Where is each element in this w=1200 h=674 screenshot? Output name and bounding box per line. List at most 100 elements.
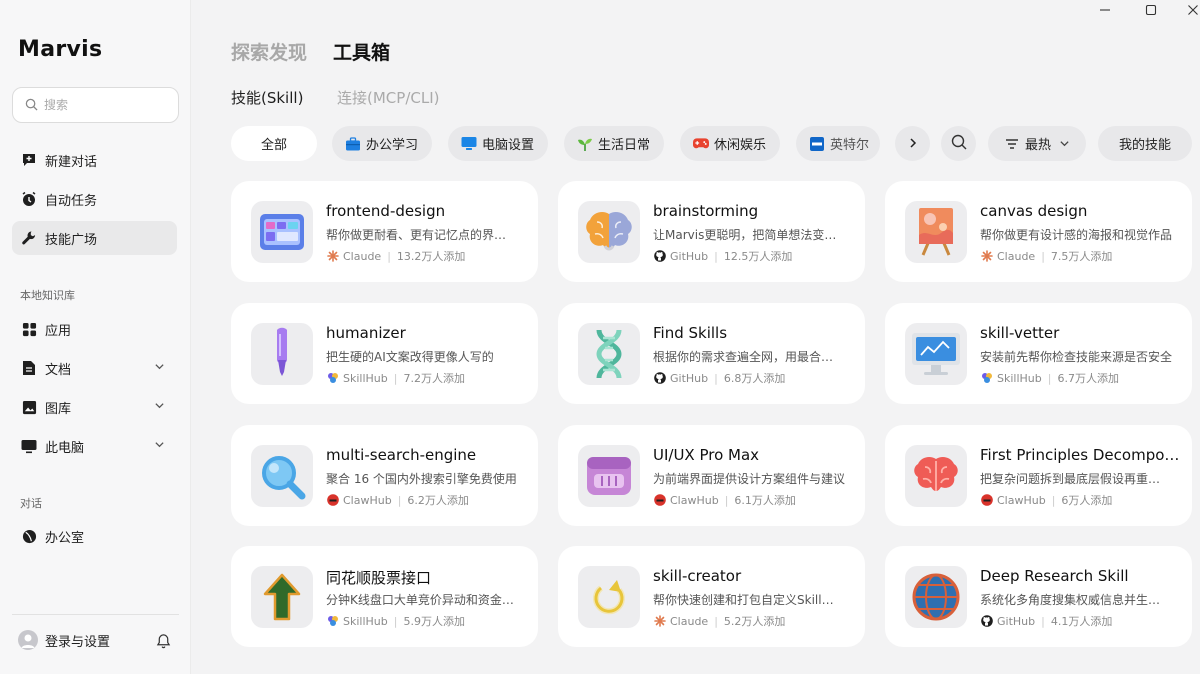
chips-scroll-right-button[interactable] <box>895 126 930 161</box>
login-settings-button[interactable]: 登录与设置 <box>18 630 110 650</box>
chip-office-study[interactable]: 办公学习 <box>332 126 432 161</box>
chevron-down-icon[interactable] <box>154 400 165 415</box>
skill-description: 聚合 16 个国内外搜索引擎免费使用 <box>326 472 517 486</box>
skill-description: 根据你的需求查遍全网，用最合适的技能 <box>653 350 845 364</box>
tab-skill[interactable]: 技能(Skill) <box>231 87 303 108</box>
my-skills-button[interactable]: 我的技能 <box>1098 126 1192 161</box>
skill-add-count: 6.1万人添加 <box>734 494 796 507</box>
meta-separator: | <box>393 614 398 628</box>
meta-separator: | <box>1041 614 1045 628</box>
skill-description: 把复杂问题拆到最底层假设再重新推导 <box>980 472 1172 486</box>
chip-label: 全部 <box>260 138 287 153</box>
skill-source: ClawHub <box>997 493 1046 507</box>
sidebar: Marvis 新建对话 自动任务 技能广场 本地知识库 应用 文档 <box>0 0 191 674</box>
minimize-icon[interactable] <box>1098 3 1112 17</box>
meta-separator: | <box>714 371 718 385</box>
nav-label: 技能广场 <box>45 232 98 248</box>
skill-card[interactable]: Deep Research Skill 系统化多角度搜集权威信息并生成报告 Git… <box>885 546 1192 647</box>
tab-connect[interactable]: 连接(MCP/CLI) <box>337 87 439 108</box>
chevron-down-icon[interactable] <box>154 439 165 454</box>
clawhub-icon <box>653 494 666 507</box>
document-icon <box>21 360 37 376</box>
nav-auto-tasks[interactable]: 自动任务 <box>12 182 177 216</box>
tab-explore[interactable]: 探索发现 <box>231 38 307 65</box>
skill-thumbnail-refresh <box>578 566 640 628</box>
chip-all[interactable]: 全部 <box>231 126 317 161</box>
skill-card[interactable]: 同花顺股票接口 分钟K线盘口大单竞价异动和资金流向 SkillHub | 5.9万人添… <box>231 546 538 647</box>
close-icon[interactable] <box>1186 3 1200 17</box>
skill-card[interactable]: brainstorming 让Marvis更聪明，把简单想法变成完整方案 GitH… <box>558 181 865 282</box>
skill-add-count: 6.8万人添加 <box>723 372 786 385</box>
skill-add-count: 4.1万人添加 <box>1050 615 1113 628</box>
nav-apps[interactable]: 应用 <box>12 312 177 346</box>
skill-description: 系统化多角度搜集权威信息并生成报告 <box>980 593 1172 607</box>
skill-card[interactable]: multi-search-engine 聚合 16 个国内外搜索引擎免费使用 Cl… <box>231 425 538 526</box>
office-icon <box>21 528 37 544</box>
skill-card[interactable]: humanizer 把生硬的AI文案改得更像人写的 SkillHub | 7.2万人添… <box>231 303 538 404</box>
nav-new-chat[interactable]: 新建对话 <box>12 143 177 177</box>
skill-meta: GitHub | 12.5万人添加 <box>653 248 792 264</box>
skill-add-count: 6.2万人添加 <box>407 494 469 507</box>
search-input[interactable] <box>44 98 164 112</box>
nav-office[interactable]: 办公室 <box>12 519 177 553</box>
nav-skill-plaza[interactable]: 技能广场 <box>12 221 177 255</box>
chevron-down-icon <box>1059 138 1070 149</box>
skill-add-count: 5.9万人添加 <box>403 615 465 628</box>
skill-card[interactable]: skill-creator 帮你快速创建和打包自定义Skill技能 Claude |… <box>558 546 865 647</box>
skill-title: frontend-design <box>326 202 446 220</box>
chip-daily-life[interactable]: 生活日常 <box>564 126 664 161</box>
skill-thumbnail-pen <box>251 323 313 385</box>
briefcase-icon <box>345 136 361 152</box>
skill-description: 帮你做更有设计感的海报和视觉作品 <box>980 228 1172 242</box>
computer-icon <box>21 438 37 454</box>
claude-icon <box>980 250 993 263</box>
chip-leisure[interactable]: 休闲娱乐 <box>680 126 780 161</box>
nav-gallery[interactable]: 图库 <box>12 390 177 424</box>
filter-icon <box>1004 136 1020 152</box>
sort-dropdown[interactable]: 最热 <box>988 126 1086 161</box>
skill-thumbnail-brain-red <box>905 445 967 507</box>
chip-label: 英特尔 <box>830 138 870 153</box>
nav-this-pc[interactable]: 此电脑 <box>12 429 177 463</box>
skill-thumbnail-easel <box>905 201 967 263</box>
skill-add-count: 6万人添加 <box>1061 494 1113 507</box>
skill-card[interactable]: canvas design 帮你做更有设计感的海报和视觉作品 Claude | 7.5… <box>885 181 1192 282</box>
skill-source: GitHub <box>670 371 709 385</box>
claude-icon <box>326 250 339 263</box>
search-box[interactable] <box>12 87 179 123</box>
claude-icon <box>653 615 666 628</box>
chip-pc-settings[interactable]: 电脑设置 <box>448 126 548 161</box>
nav-documents[interactable]: 文档 <box>12 351 177 385</box>
skill-meta: Claude | 5.2万人添加 <box>653 613 785 629</box>
nav-label: 此电脑 <box>45 440 85 456</box>
chip-intel[interactable]: 英特尔 <box>796 126 880 161</box>
skill-card[interactable]: frontend-design 帮你做更耐看、更有记忆点的界面设计 Claude |… <box>231 181 538 282</box>
meta-separator: | <box>1047 371 1052 385</box>
skill-title: multi-search-engine <box>326 446 477 464</box>
tab-toolbox[interactable]: 工具箱 <box>333 38 390 65</box>
skill-title: UI/UX Pro Max <box>653 446 760 464</box>
skill-search-button[interactable] <box>941 126 976 161</box>
skill-card[interactable]: skill-vetter 安装前先帮你检查技能来源是否安全 SkillHub | 6.… <box>885 303 1192 404</box>
maximize-icon[interactable] <box>1144 3 1158 17</box>
skill-card[interactable]: UI/UX Pro Max 为前端界面提供设计方案组件与建议 ClawHub | 6.… <box>558 425 865 526</box>
brand-logo: Marvis <box>18 37 103 62</box>
skill-card[interactable]: First Principles Decomposer 把复杂问题拆到最底层假设再… <box>885 425 1192 526</box>
meta-separator: | <box>1051 493 1056 507</box>
meta-separator: | <box>387 249 391 263</box>
skill-thumbnail-brain-color <box>578 201 640 263</box>
skill-add-count: 7.2万人添加 <box>403 372 465 385</box>
meta-separator: | <box>714 249 718 263</box>
skill-thumbnail-calendar <box>578 445 640 507</box>
skill-description: 帮你快速创建和打包自定义Skill技能 <box>653 593 845 607</box>
skill-thumbnail-screen <box>905 323 967 385</box>
skill-description: 帮你做更耐看、更有记忆点的界面设计 <box>326 228 518 242</box>
chip-label: 办公学习 <box>366 138 419 153</box>
apps-icon <box>21 321 37 337</box>
nav-label: 办公室 <box>45 530 85 546</box>
chevron-down-icon[interactable] <box>154 361 165 376</box>
skill-source: Claude <box>670 614 709 628</box>
skill-card[interactable]: Find Skills 根据你的需求查遍全网，用最合适的技能 GitHub | 6.8… <box>558 303 865 404</box>
bell-icon[interactable] <box>156 633 171 653</box>
sprout-icon <box>577 136 593 152</box>
